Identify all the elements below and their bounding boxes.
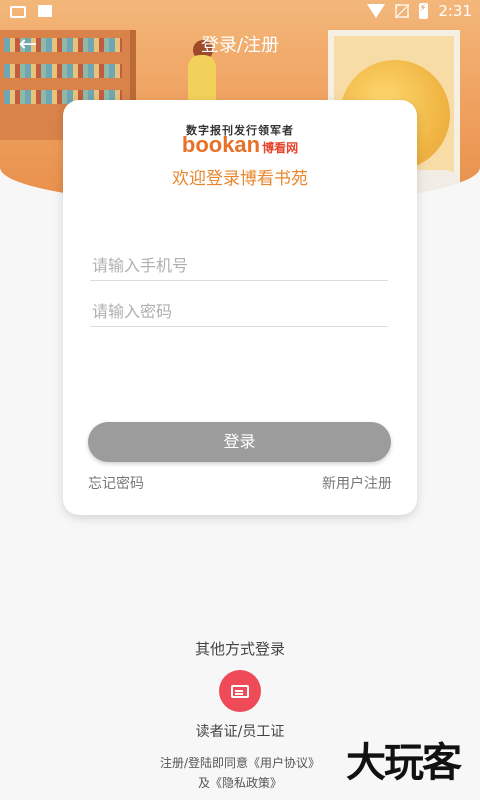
login-card: 数字报刊发行领军者 bookan博看网 欢迎登录博看书苑 登录 忘记密码 新用户… (63, 100, 417, 515)
page-title: 登录/注册 (200, 35, 280, 56)
bookan-logo: bookan 博看网 (63, 132, 417, 158)
wifi-icon (367, 4, 386, 18)
phone-field (90, 252, 392, 281)
id-card-icon (231, 684, 249, 698)
password-input[interactable] (90, 298, 392, 324)
battery-charging-icon (419, 3, 429, 19)
phone-input[interactable] (90, 252, 392, 278)
other-login-title: 其他方式登录 (194, 640, 285, 658)
no-signal-icon (395, 4, 410, 18)
logo-cn: 博看网 (262, 141, 299, 155)
reader-card-login-button[interactable] (219, 670, 261, 712)
status-time: 2:31 (438, 2, 472, 20)
forgot-password-link[interactable]: 忘记密码 (88, 473, 144, 493)
login-button[interactable]: 登录 (88, 422, 391, 462)
logo-latin: bookan (181, 132, 261, 157)
image-icon (38, 5, 52, 17)
watermark: 大玩客 (346, 740, 462, 786)
agreement-prefix: 注册/登陆即同意 (159, 756, 249, 770)
keyboard-icon (10, 6, 26, 18)
welcome-text: 欢迎登录博看书苑 (172, 169, 308, 189)
title-bar: ← 登录/注册 (0, 28, 480, 58)
new-user-register-link[interactable]: 新用户注册 (322, 473, 392, 493)
user-agreement-link[interactable]: 《用户协议》 (248, 756, 320, 770)
privacy-policy-link[interactable]: 《隐私政策》 (210, 776, 282, 790)
password-field (90, 298, 392, 327)
agreement-conjunction: 及 (197, 776, 210, 790)
status-bar: 2:31 (0, 0, 480, 24)
